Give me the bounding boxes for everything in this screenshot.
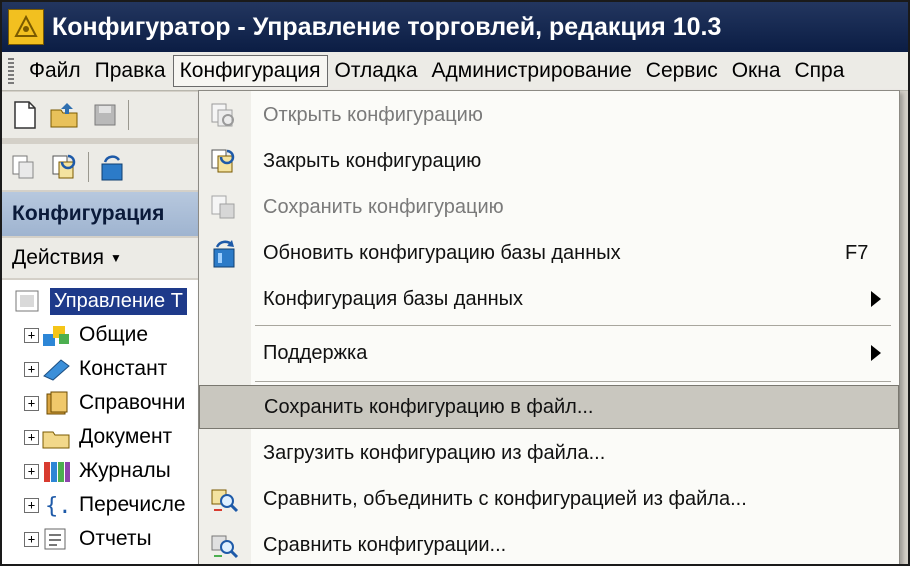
open-config-button[interactable] bbox=[8, 150, 42, 184]
new-document-button[interactable] bbox=[8, 98, 42, 132]
expand-icon[interactable]: + bbox=[24, 361, 39, 377]
panel-actions-bar: Действия ▼ bbox=[2, 238, 198, 278]
menu-item-label: Сравнить, объединить с конфигурацией из … bbox=[263, 487, 747, 510]
open-config-icon bbox=[12, 155, 34, 179]
window-title: Конфигуратор - Управление торговлей, ред… bbox=[52, 12, 722, 41]
tree-root-node[interactable]: Управление Т bbox=[14, 286, 198, 316]
menu-item-label: Обновить конфигурацию базы данных bbox=[263, 241, 621, 264]
tree-item-label: Перечисле bbox=[79, 493, 186, 516]
menu-save-configuration[interactable]: Сохранить конфигурацию bbox=[199, 185, 899, 229]
actions-menu-button[interactable]: Действия bbox=[12, 246, 104, 270]
menu-windows[interactable]: Окна bbox=[725, 55, 788, 87]
menu-item-label: Конфигурация базы данных bbox=[263, 287, 524, 310]
menu-help[interactable]: Спра bbox=[788, 55, 852, 87]
menu-compare-merge-from-file[interactable]: Сравнить, объединить с конфигурацией из … bbox=[199, 477, 899, 521]
tree-item-label: Отчеты bbox=[79, 527, 152, 550]
configuration-toolbar bbox=[2, 144, 198, 190]
expand-icon[interactable]: + bbox=[24, 497, 39, 513]
open-button[interactable] bbox=[48, 98, 82, 132]
expand-icon[interactable]: + bbox=[24, 395, 39, 411]
menu-debug[interactable]: Отладка bbox=[328, 55, 425, 87]
app-logo-icon bbox=[8, 9, 44, 45]
menu-separator bbox=[255, 325, 891, 326]
menu-administration[interactable]: Администрирование bbox=[425, 55, 639, 87]
compare-merge-icon bbox=[207, 483, 241, 515]
menu-item-label: Сравнить конфигурации... bbox=[263, 533, 507, 556]
menu-item-label: Сохранить конфигурацию bbox=[263, 195, 504, 218]
tree-item-label: Констант bbox=[79, 357, 168, 380]
toolbar-separator bbox=[88, 152, 89, 182]
expand-icon[interactable]: + bbox=[24, 531, 39, 547]
expand-icon[interactable]: + bbox=[24, 327, 39, 343]
tree-item-enums[interactable]: + {.} Перечисле bbox=[24, 490, 198, 520]
new-document-icon bbox=[14, 101, 36, 129]
menu-service[interactable]: Сервис bbox=[639, 55, 725, 87]
enums-braces-icon: {.} bbox=[45, 494, 73, 518]
svg-text:{.}: {.} bbox=[45, 494, 73, 518]
compare-icon bbox=[207, 529, 241, 561]
documents-folder-icon bbox=[42, 431, 70, 449]
save-config-icon bbox=[207, 191, 241, 223]
menu-item-label: Загрузить конфигурацию из файла... bbox=[263, 441, 606, 464]
standard-toolbar bbox=[2, 92, 198, 138]
menu-load-config-from-file[interactable]: Загрузить конфигурацию из файла... bbox=[199, 431, 899, 475]
tree-item-label: Документ bbox=[79, 425, 173, 448]
app-window: Конфигуратор - Управление торговлей, ред… bbox=[0, 0, 910, 566]
update-db-icon bbox=[101, 155, 123, 181]
tree-item-journals[interactable]: + Журналы bbox=[24, 456, 198, 486]
submenu-arrow-icon bbox=[871, 345, 881, 361]
tree-item-reports[interactable]: + Отчеты bbox=[24, 524, 198, 554]
menu-item-label: Закрыть конфигурацию bbox=[263, 149, 482, 172]
expand-icon[interactable]: + bbox=[24, 463, 39, 479]
update-db-icon bbox=[207, 237, 241, 269]
constants-icon bbox=[43, 359, 70, 381]
menu-file[interactable]: Файл bbox=[22, 55, 88, 87]
menubar-grip-icon[interactable] bbox=[8, 58, 14, 84]
tree-item-documents[interactable]: + Документ bbox=[24, 422, 198, 452]
tree-item-label: Справочни bbox=[79, 391, 186, 414]
catalogs-icon bbox=[46, 391, 68, 415]
config-tree: Управление Т + Общие + Констант + Справо… bbox=[2, 280, 198, 564]
toolbar-separator bbox=[128, 100, 129, 130]
menu-configuration[interactable]: Конфигурация bbox=[172, 55, 328, 87]
menu-compare-configurations[interactable]: Сравнить конфигурации... bbox=[199, 523, 899, 564]
tree-item-catalogs[interactable]: + Справочни bbox=[24, 388, 198, 418]
menu-save-config-to-file[interactable]: Сохранить конфигурацию в файл... bbox=[199, 385, 899, 429]
open-folder-icon bbox=[50, 103, 78, 128]
reports-icon bbox=[44, 528, 66, 550]
update-db-button[interactable] bbox=[95, 150, 129, 184]
menu-edit[interactable]: Правка bbox=[88, 55, 173, 87]
tree-item-constants[interactable]: + Констант bbox=[24, 354, 198, 384]
journals-icon bbox=[44, 462, 70, 482]
tree-item-label: Журналы bbox=[79, 459, 171, 482]
shortcut-label: F7 bbox=[845, 241, 869, 264]
submenu-arrow-icon bbox=[871, 291, 881, 307]
close-config-icon bbox=[52, 154, 76, 179]
menu-update-db-configuration[interactable]: Обновить конфигурацию базы данных F7 bbox=[199, 231, 899, 275]
save-disk-icon bbox=[94, 104, 116, 126]
config-root-icon bbox=[15, 290, 39, 312]
menu-separator bbox=[255, 381, 891, 382]
tree-item-label: Общие bbox=[79, 323, 149, 346]
close-config-icon bbox=[207, 145, 241, 177]
panel-header[interactable]: Конфигурация bbox=[2, 192, 198, 236]
menu-open-configuration[interactable]: Открыть конфигурацию bbox=[199, 93, 899, 137]
menu-bar: Файл Правка Конфигурация Отладка Админис… bbox=[2, 52, 908, 91]
tree-item-common[interactable]: + Общие bbox=[24, 320, 198, 350]
common-icon bbox=[43, 326, 69, 346]
save-button[interactable] bbox=[88, 98, 122, 132]
expand-icon[interactable]: + bbox=[24, 429, 39, 445]
menu-item-label: Поддержка bbox=[263, 341, 368, 364]
menu-item-label: Открыть конфигурацию bbox=[263, 103, 483, 126]
menu-close-configuration[interactable]: Закрыть конфигурацию bbox=[199, 139, 899, 183]
configuration-dropdown-menu: Открыть конфигурацию Закрыть конфигураци… bbox=[198, 90, 900, 564]
menu-support[interactable]: Поддержка bbox=[199, 331, 899, 375]
tree-root-label: Управление Т bbox=[50, 287, 187, 315]
open-config-icon bbox=[207, 99, 241, 131]
menu-item-label: Сохранить конфигурацию в файл... bbox=[264, 395, 594, 418]
menu-db-configuration[interactable]: Конфигурация базы данных bbox=[199, 277, 899, 321]
chevron-down-icon[interactable]: ▼ bbox=[110, 251, 122, 265]
title-bar[interactable]: Конфигуратор - Управление торговлей, ред… bbox=[2, 2, 908, 52]
close-config-button[interactable] bbox=[48, 150, 82, 184]
